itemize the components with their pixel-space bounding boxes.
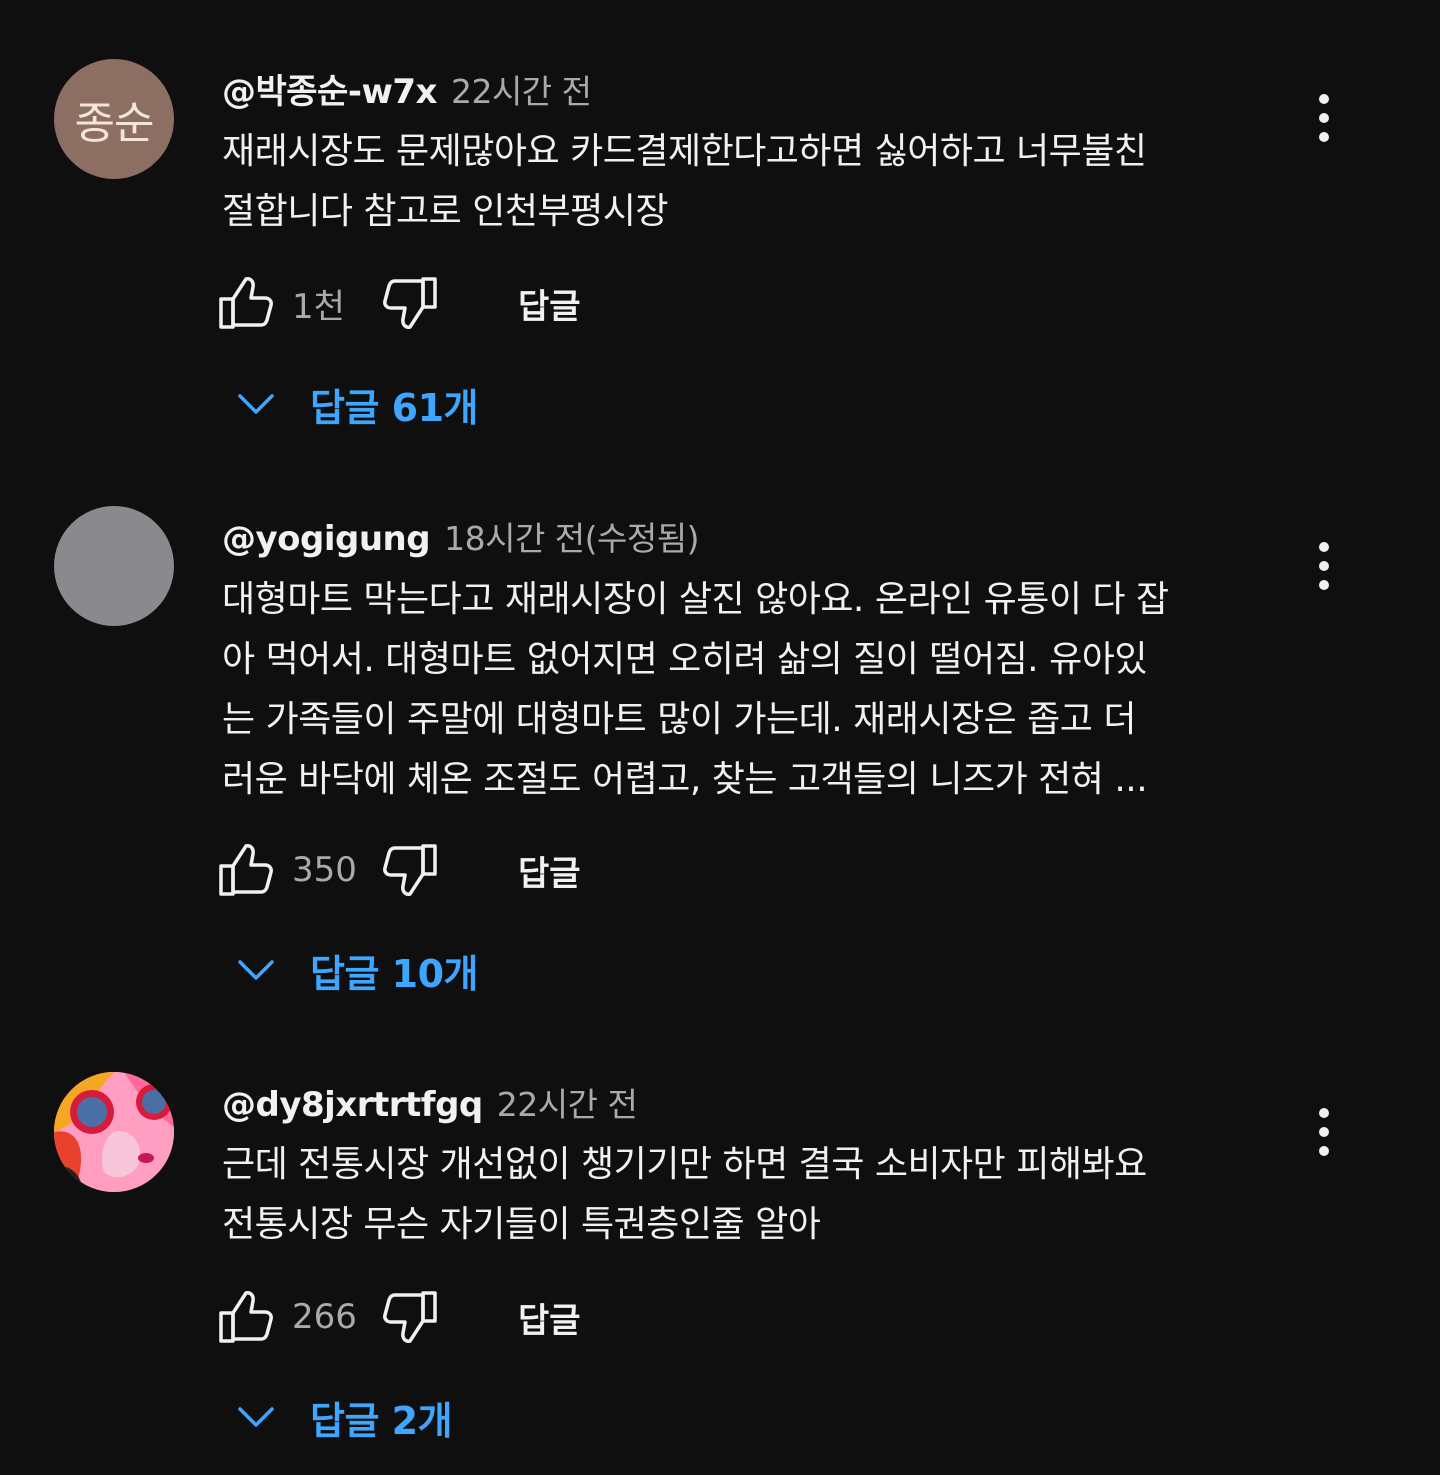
like-button[interactable] — [216, 841, 274, 899]
comment-text-line: 러운 바닥에 체온 조절도 어렵고, 찾는 고객들의 니즈가 전혀 ... — [222, 759, 1148, 800]
like-button[interactable] — [216, 1288, 274, 1346]
comment-text: 대형마트 막는다고 재래시장이 살진 않아요. 온라인 유통이 다 잡 아 먹어… — [222, 570, 1282, 810]
thumb-down-icon — [383, 1291, 437, 1343]
dislike-button[interactable] — [382, 274, 440, 332]
like-button[interactable] — [216, 274, 274, 332]
comment-meta: @dy8jxrtrtfgq 22시간 전 — [222, 1078, 638, 1125]
comment-timestamp[interactable]: 22시간 전 — [451, 65, 592, 113]
comment-actions: 1천 답글 — [216, 273, 581, 333]
dislike-button[interactable] — [382, 841, 440, 899]
like-count: 350 — [292, 850, 357, 890]
comment-text-line: 근데 전통시장 개선없이 챙기기만 하면 결국 소비자만 피해봐요 — [222, 1144, 1147, 1185]
dislike-button[interactable] — [382, 1288, 440, 1346]
thumb-down-icon — [383, 844, 437, 896]
reply-button[interactable]: 답글 — [518, 1293, 581, 1342]
chevron-down-icon — [232, 1393, 280, 1441]
thumb-up-icon — [219, 844, 273, 896]
comment-text-line: 는 가족들이 주말에 대형마트 많이 가는데. 재래시장은 좁고 더 — [222, 699, 1137, 740]
replies-count-label: 답글 10개 — [310, 951, 479, 996]
comment-more-button[interactable] — [1302, 88, 1346, 148]
comment-author-handle[interactable]: @dy8jxrtrtfgq — [222, 1085, 483, 1125]
more-vertical-icon — [1319, 542, 1329, 590]
view-replies-button[interactable]: 답글 2개 — [232, 1387, 453, 1447]
avatar[interactable]: 종순 — [54, 59, 174, 179]
reply-button[interactable]: 답글 — [518, 846, 581, 895]
comment-text: 근데 전통시장 개선없이 챙기기만 하면 결국 소비자만 피해봐요 전통시장 무… — [222, 1135, 1282, 1255]
replies-count-label: 답글 2개 — [310, 1398, 453, 1443]
more-vertical-icon — [1319, 94, 1329, 142]
more-vertical-icon — [1319, 1108, 1329, 1156]
comment-text: 재래시장도 문제많아요 카드결제한다고하면 싫어하고 너무불친 절합니다 참고로… — [222, 122, 1282, 242]
comment-author-handle[interactable]: @박종순-w7x — [222, 64, 437, 113]
comment-author-handle[interactable]: @yogigung — [222, 519, 431, 559]
thumb-up-icon — [219, 1291, 273, 1343]
like-count: 266 — [292, 1297, 357, 1337]
like-count: 1천 — [292, 286, 345, 327]
comment-actions: 266 답글 — [216, 1287, 581, 1347]
comment-text-line: 아 먹어서. 대형마트 없어지면 오히려 삶의 질이 떨어짐. 유아있 — [222, 639, 1147, 680]
thumb-down-icon — [383, 277, 437, 329]
comment-meta: @yogigung 18시간 전(수정됨) — [222, 512, 699, 559]
comment-more-button[interactable] — [1302, 1102, 1346, 1162]
view-replies-button[interactable]: 답글 10개 — [232, 940, 479, 1000]
view-replies-button[interactable]: 답글 61개 — [232, 374, 479, 434]
comment-timestamp[interactable]: 22시간 전 — [497, 1078, 638, 1126]
comment-text-line: 절합니다 참고로 인천부평시장 — [222, 191, 668, 232]
chevron-down-icon — [232, 946, 280, 994]
comment-more-button[interactable] — [1302, 536, 1346, 596]
comment-text-line: 전통시장 무슨 자기들이 특권층인줄 알아 — [222, 1204, 821, 1245]
comment-actions: 350 답글 — [216, 840, 581, 900]
comment-text-line: 재래시장도 문제많아요 카드결제한다고하면 싫어하고 너무불친 — [222, 131, 1147, 172]
avatar-illustration — [54, 1072, 174, 1192]
comment-meta: @박종순-w7x 22시간 전 — [222, 64, 592, 112]
chevron-down-icon — [232, 380, 280, 428]
avatar[interactable] — [54, 506, 174, 626]
avatar[interactable] — [54, 1072, 174, 1192]
avatar-initials: 종순 — [74, 98, 155, 149]
thumb-up-icon — [219, 277, 273, 329]
comment-timestamp[interactable]: 18시간 전(수정됨) — [444, 512, 699, 560]
reply-button[interactable]: 답글 — [518, 279, 581, 328]
replies-count-label: 답글 61개 — [310, 385, 479, 430]
comment-text-line: 대형마트 막는다고 재래시장이 살진 않아요. 온라인 유통이 다 잡 — [222, 579, 1169, 620]
